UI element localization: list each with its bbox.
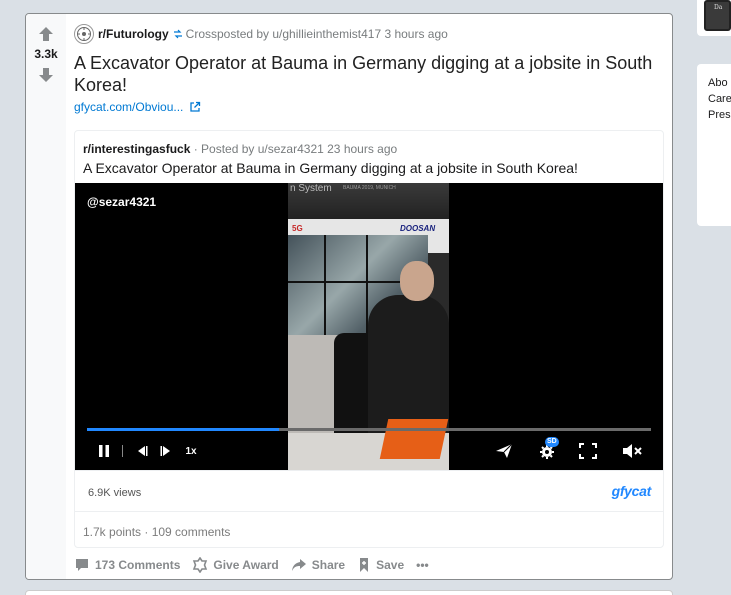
next-post-card[interactable]: [25, 590, 673, 595]
sidebar-community-card: Da: [697, 0, 731, 36]
embed-subreddit[interactable]: r/interestingasfuck: [83, 142, 190, 156]
give-award-button[interactable]: Give Award: [192, 557, 279, 573]
video-progress-fill: [87, 428, 279, 431]
prev-frame-icon[interactable]: [133, 442, 151, 460]
playback-speed-button[interactable]: 1x: [181, 442, 201, 460]
post-link-text[interactable]: gfycat.com/Obviou...: [74, 100, 183, 114]
video-watermark: @sezar4321: [87, 195, 157, 209]
crosspost-embed[interactable]: r/interestingasfuck · Posted by u/sezar4…: [74, 130, 664, 548]
post-card[interactable]: 3.3k r/Futurology Crossposted by u/ghill…: [25, 13, 673, 580]
subreddit-name[interactable]: r/Futurology: [98, 27, 169, 41]
post-actions: 173 Comments Give Award Share Save •••: [74, 555, 441, 575]
award-icon: [193, 557, 208, 573]
view-count: 6.9K views: [88, 487, 142, 499]
external-link-icon[interactable]: [189, 101, 201, 113]
share-label: Share: [311, 558, 346, 572]
award-label: Give Award: [213, 558, 279, 572]
frame-banner-text: n System: [290, 183, 332, 194]
video-progress-bar[interactable]: [87, 428, 651, 431]
downvote-icon[interactable]: [38, 67, 54, 83]
fullscreen-icon[interactable]: [577, 442, 599, 460]
sidebar-link-careers[interactable]: Care: [708, 91, 731, 107]
post-link[interactable]: gfycat.com/Obviou...: [74, 100, 201, 114]
upvote-icon[interactable]: [38, 26, 54, 42]
community-thumbnail[interactable]: Da: [704, 0, 731, 31]
pause-icon[interactable]: [93, 442, 115, 460]
post-title[interactable]: A Excavator Operator at Bauma in Germany…: [74, 52, 672, 96]
crosspost-info: Crossposted by u/ghillieinthemist417 3 h…: [185, 27, 448, 41]
embed-posted-by: · Posted by u/sezar4321 23 hours ago: [193, 142, 398, 156]
video-frame: n System BAUMA 2019, MUNICH 5G DOOSAN: [288, 183, 449, 470]
sidebar-link-press[interactable]: Pres: [708, 107, 731, 123]
save-button[interactable]: Save: [357, 557, 404, 573]
control-divider: [121, 442, 123, 460]
save-icon: [360, 558, 369, 572]
frame-logo-right: DOOSAN: [400, 224, 436, 233]
crosspost-icon: [173, 29, 183, 39]
more-options-button[interactable]: •••: [416, 558, 429, 572]
vote-score: 3.3k: [34, 47, 58, 61]
embed-title[interactable]: A Excavator Operator at Bauma in Germany…: [83, 160, 578, 176]
subreddit-icon[interactable]: [74, 24, 94, 44]
video-player[interactable]: n System BAUMA 2019, MUNICH 5G DOOSAN @s…: [75, 183, 663, 470]
thumbnail-text: Da: [714, 4, 723, 11]
mute-icon[interactable]: [621, 442, 643, 460]
share-button[interactable]: Share: [291, 557, 345, 573]
quality-badge: SD: [545, 437, 559, 447]
embed-stats[interactable]: 1.7k points · 109 comments: [83, 525, 230, 539]
sidebar-link-about[interactable]: Abo: [708, 75, 731, 91]
gfycat-logo[interactable]: gfycat: [612, 483, 652, 499]
video-info-row: 6.9K views gfycat: [75, 470, 663, 512]
send-icon[interactable]: [493, 442, 515, 460]
frame-logo-left: 5G: [292, 224, 303, 233]
comment-icon: [76, 559, 88, 571]
sidebar-links-card: Abo Care Pres: [697, 64, 731, 226]
comments-button[interactable]: 173 Comments: [74, 557, 180, 573]
vote-column: 3.3k: [26, 14, 66, 579]
next-frame-icon[interactable]: [157, 442, 175, 460]
settings-icon[interactable]: SD: [535, 437, 559, 460]
embed-meta: r/interestingasfuck · Posted by u/sezar4…: [83, 142, 397, 156]
share-icon: [291, 559, 306, 571]
comments-label: 173 Comments: [95, 558, 181, 572]
save-label: Save: [376, 558, 405, 572]
frame-banner-subtext: BAUMA 2019, MUNICH: [343, 185, 396, 191]
post-meta: r/Futurology Crossposted by u/ghillieint…: [74, 24, 448, 44]
